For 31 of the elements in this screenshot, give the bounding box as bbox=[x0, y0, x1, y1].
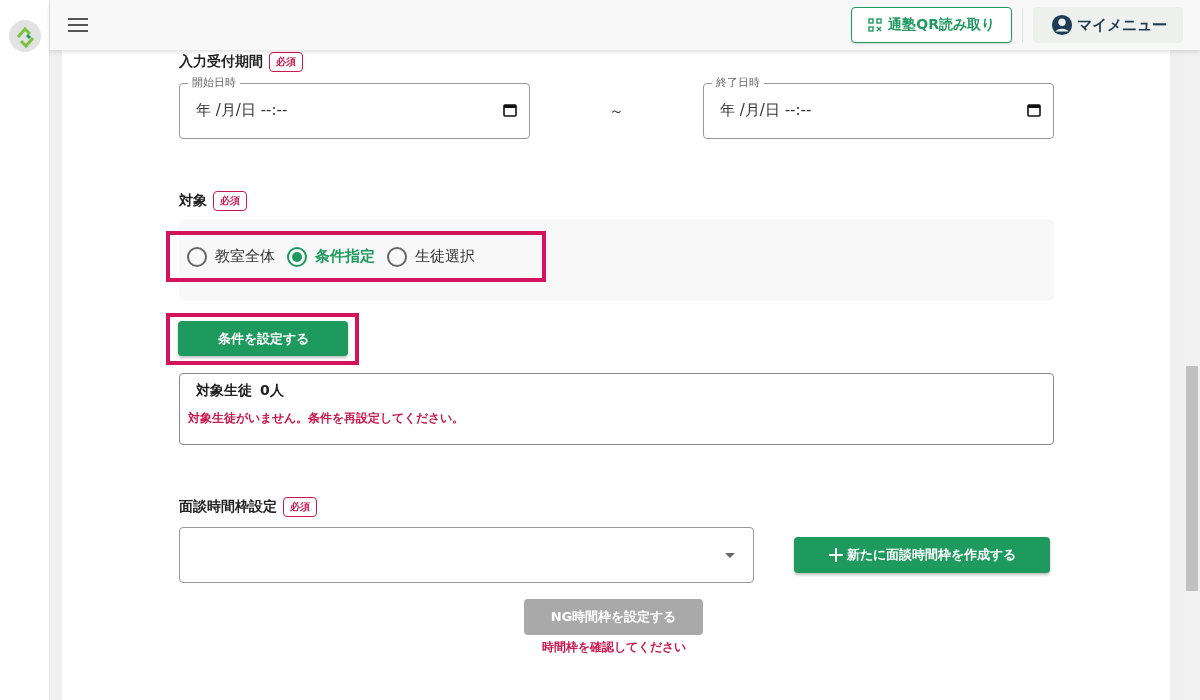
plus-icon bbox=[828, 548, 843, 562]
scrollbar-thumb[interactable] bbox=[1186, 366, 1198, 591]
slot-select[interactable] bbox=[179, 527, 754, 583]
hint-text: 時間枠を確認してください bbox=[541, 639, 686, 656]
my-menu-button[interactable]: マイメニュー bbox=[1033, 7, 1183, 43]
logo-icon bbox=[8, 20, 41, 52]
radio-option[interactable]: 教室全体 bbox=[187, 246, 275, 267]
range-separator: ～ bbox=[609, 102, 624, 121]
user-icon bbox=[1051, 14, 1073, 36]
section-label: 入力受付期間 bbox=[179, 53, 263, 71]
section-label: 対象 bbox=[179, 192, 207, 210]
datetime-field[interactable]: 開始日時 年 /月/日 --:-- bbox=[179, 76, 530, 139]
calendar-icon[interactable] bbox=[1027, 103, 1041, 117]
set-condition-button[interactable]: 条件を設定する bbox=[178, 321, 348, 356]
dropdown-caret-icon bbox=[725, 552, 735, 558]
required-badge: 必須 bbox=[213, 191, 247, 211]
calendar-icon[interactable] bbox=[503, 103, 517, 117]
required-badge: 必須 bbox=[269, 52, 303, 72]
datetime-field[interactable]: 終了日時 年 /月/日 --:-- bbox=[703, 76, 1054, 139]
create-slot-button[interactable]: 新たに面談時間枠を作成する bbox=[794, 537, 1050, 573]
qr-scan-button[interactable]: 通塾QR読み取り bbox=[851, 7, 1012, 43]
summary-title: 対象生徒 bbox=[196, 382, 252, 400]
field-label: 開始日時 bbox=[191, 76, 237, 90]
section-label: 面談時間枠設定 bbox=[179, 498, 277, 516]
required-badge: 必須 bbox=[283, 497, 317, 517]
field-label: 終了日時 bbox=[715, 76, 761, 90]
menu-icon[interactable] bbox=[68, 18, 88, 32]
qr-code-icon bbox=[868, 18, 883, 32]
error-message: 対象生徒がいません。条件を再設定してください。 bbox=[188, 410, 465, 427]
radio-option[interactable]: 生徒選択 bbox=[387, 246, 475, 267]
summary-count: 0人 bbox=[260, 382, 284, 400]
